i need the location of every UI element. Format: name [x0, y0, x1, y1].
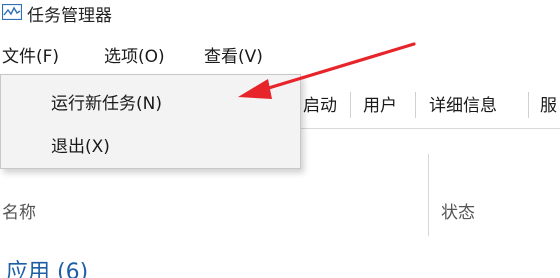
group-header-apps[interactable]: 应用 (6): [6, 254, 88, 278]
task-manager-window: 任务管理器 文件(F) 选项(O) 查看(V) 启动 用户 详细信息 服 名称 …: [0, 0, 560, 278]
menu-bar: 文件(F) 选项(O) 查看(V): [0, 40, 560, 74]
task-manager-icon: [2, 4, 22, 20]
menu-view[interactable]: 查看(V): [204, 40, 263, 74]
window-title: 任务管理器: [27, 6, 112, 26]
title-bar: 任务管理器: [0, 0, 560, 34]
menu-file[interactable]: 文件(F): [2, 40, 59, 74]
tab-divider: [528, 92, 529, 118]
menu-item-exit[interactable]: 退出(X): [51, 132, 110, 157]
menu-item-run-new-task[interactable]: 运行新任务(N): [51, 89, 162, 114]
column-divider[interactable]: [428, 154, 429, 236]
tab-startup[interactable]: 启动: [303, 91, 337, 116]
menu-options[interactable]: 选项(O): [104, 40, 165, 74]
tab-divider: [350, 92, 351, 118]
column-header-status[interactable]: 状态: [441, 198, 475, 223]
tab-users[interactable]: 用户: [363, 91, 397, 116]
tab-divider: [415, 92, 416, 118]
tab-services[interactable]: 服: [540, 91, 557, 116]
column-header-name[interactable]: 名称: [2, 198, 36, 223]
file-menu-dropdown: 运行新任务(N) 退出(X): [0, 74, 301, 169]
tab-details[interactable]: 详细信息: [429, 91, 497, 116]
